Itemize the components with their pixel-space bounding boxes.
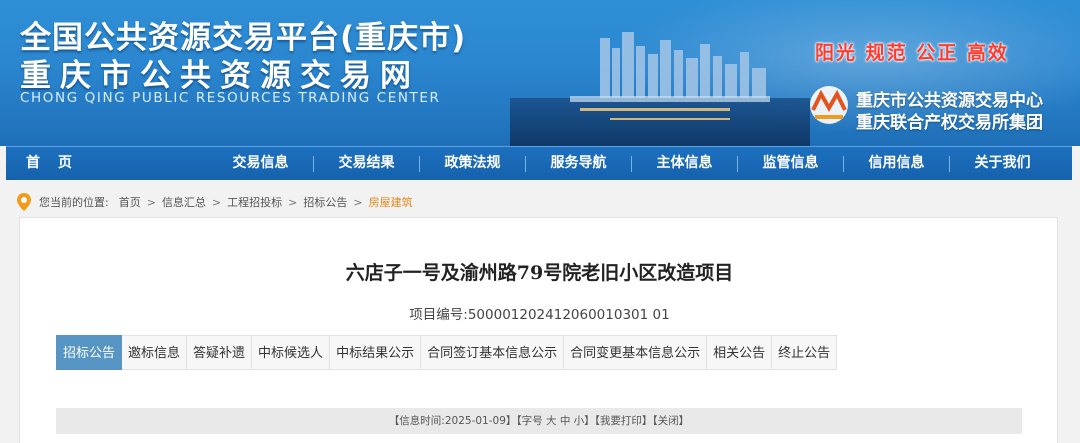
project-number: 项目编号:500001202412060010301 01: [409, 307, 670, 323]
tab-related-notices[interactable]: 相关公告: [707, 335, 773, 370]
font-size-small-button[interactable]: 小: [574, 415, 585, 427]
tab-bidding-notice[interactable]: 招标公告: [56, 335, 123, 370]
page-title: 六店子一号及渝州路79号院老旧小区改造项目: [345, 262, 734, 284]
font-size-label: 【字号: [516, 415, 543, 427]
site-title-line2: 重庆市公共资源交易网: [20, 58, 420, 94]
nav-credit-info[interactable]: 信用信息: [844, 147, 949, 181]
notice-tabs: 招标公告 邀标信息 答疑补遗 中标候选人 中标结果公示 合同签订基本信息公示 合…: [56, 335, 838, 370]
nav-home[interactable]: 首页: [6, 147, 92, 181]
nav-about-us[interactable]: 关于我们: [950, 147, 1055, 181]
breadcrumb-current[interactable]: 房屋建筑: [369, 194, 413, 210]
print-button[interactable]: 【我要打印】: [595, 415, 653, 427]
nav-policies[interactable]: 政策法规: [420, 147, 525, 181]
nav-supervision-info[interactable]: 监管信息: [738, 147, 843, 181]
content-panel: 六店子一号及渝州路79号院老旧小区改造项目 项目编号:5000012024120…: [19, 217, 1058, 443]
info-time-value: 2025-01-09: [444, 415, 506, 427]
city-skyline-image: [510, 32, 810, 146]
breadcrumb-item-bidding[interactable]: 工程招投标: [227, 194, 282, 210]
breadcrumb-separator: >: [353, 195, 363, 209]
font-size-suffix: 】: [584, 415, 595, 427]
slogan: 阳光 规范 公正 高效: [815, 42, 1009, 64]
nav-service-guide[interactable]: 服务导航: [526, 147, 631, 181]
tab-termination-notice[interactable]: 终止公告: [772, 335, 838, 370]
location-pin-icon: [17, 193, 31, 211]
organization-logo-icon: [810, 86, 848, 124]
tab-contract-signing[interactable]: 合同签订基本信息公示: [421, 335, 565, 370]
tab-award-result[interactable]: 中标结果公示: [330, 335, 422, 370]
breadcrumb-separator: >: [146, 195, 156, 209]
breadcrumb-item-summary[interactable]: 信息汇总: [162, 194, 206, 210]
tab-qa-addendum[interactable]: 答疑补遗: [187, 335, 253, 370]
tab-winning-candidates[interactable]: 中标候选人: [252, 335, 331, 370]
info-bar: 【信息时间:2025-01-09】【字号 大 中 小】【我要打印】【关闭】: [56, 408, 1022, 434]
close-button[interactable]: 【关闭】: [652, 415, 689, 427]
breadcrumb-item-announcement[interactable]: 招标公告: [303, 194, 347, 210]
nav-entity-info[interactable]: 主体信息: [632, 147, 737, 181]
breadcrumb-item-home[interactable]: 首页: [119, 194, 141, 210]
nav-trading-results[interactable]: 交易结果: [314, 147, 419, 181]
main-nav: 首页 交易信息 交易结果 政策法规 服务导航 主体信息 监管信息 信用信息 关于…: [6, 146, 1072, 180]
info-time-prefix: 【信息时间:: [388, 415, 445, 427]
breadcrumb: 您当前的位置: 首页 > 信息汇总 > 工程招投标 > 招标公告 > 房屋建筑: [17, 193, 413, 211]
info-time-suffix: 】: [505, 415, 517, 427]
breadcrumb-separator: >: [288, 195, 298, 209]
site-title-english: CHONG QING PUBLIC RESOURCES TRADING CENT…: [20, 90, 441, 106]
header-banner: 全国公共资源交易平台(重庆市) 重庆市公共资源交易网 CHONG QING PU…: [0, 0, 1080, 146]
tab-contract-change[interactable]: 合同变更基本信息公示: [564, 335, 708, 370]
font-size-large-button[interactable]: 大: [546, 415, 557, 427]
font-size-medium-button[interactable]: 中: [560, 415, 571, 427]
nav-trading-info[interactable]: 交易信息: [208, 147, 313, 181]
breadcrumb-separator: >: [211, 195, 222, 209]
tab-invitation-info[interactable]: 邀标信息: [122, 335, 188, 370]
breadcrumb-prefix: 您当前的位置:: [39, 196, 109, 209]
org-name-line2: 重庆联合产权交易所集团: [856, 113, 1043, 133]
